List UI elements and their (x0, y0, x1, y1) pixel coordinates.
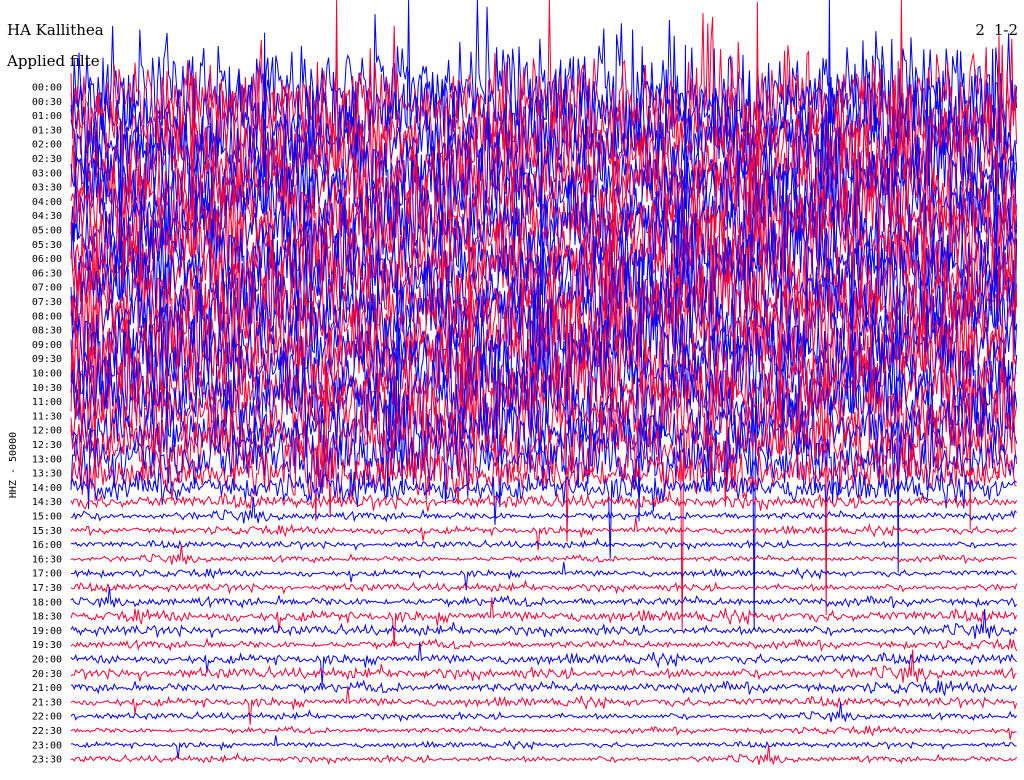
trace-row-1600 (70, 537, 1017, 551)
row-time-label: 13:30 (32, 469, 62, 480)
trace-row-2330 (70, 744, 1017, 766)
trace-row-1730 (70, 579, 1018, 595)
trace-row-1930 (70, 637, 1018, 653)
row-time-label: 11:30 (32, 411, 62, 422)
row-time-label: 05:00 (32, 226, 62, 237)
trace-row-2300 (70, 735, 1017, 760)
row-time-label: 13:00 (32, 454, 62, 465)
row-time-label: 20:00 (32, 655, 62, 666)
row-time-label: 16:00 (32, 540, 62, 551)
row-time-label: 06:30 (32, 268, 62, 279)
trace-row-1800 (70, 587, 1018, 610)
row-time-label: 04:00 (32, 197, 62, 208)
row-time-label: 11:00 (32, 397, 62, 408)
trace-row-2100 (70, 679, 1018, 696)
row-time-label: 21:00 (32, 683, 62, 694)
row-time-label: 00:00 (32, 83, 62, 94)
trace-row-2000 (70, 642, 1017, 685)
row-time-label: 01:30 (32, 125, 62, 136)
row-time-label: 18:30 (32, 612, 62, 623)
row-time-label: 23:30 (32, 755, 62, 766)
row-time-label: 14:30 (32, 497, 62, 508)
row-time-label: 22:00 (32, 712, 62, 723)
row-time-label: 08:00 (32, 311, 62, 322)
row-time-label: 02:00 (32, 140, 62, 151)
row-time-label: 23:00 (32, 740, 62, 751)
row-time-label: 21:30 (32, 697, 62, 708)
row-time-label: 00:30 (32, 97, 62, 108)
row-time-label: 15:30 (32, 526, 62, 537)
row-time-label: 09:30 (32, 354, 62, 365)
row-time-label: 07:00 (32, 283, 62, 294)
row-time-label: 22:30 (32, 726, 62, 737)
date-label: 2 1-2 (975, 21, 1018, 39)
station-title: HA Kallithea (7, 21, 104, 39)
row-time-label: 03:00 (32, 168, 62, 179)
row-time-label: 19:30 (32, 640, 62, 651)
row-time-label: 12:30 (32, 440, 62, 451)
row-time-label: 15:00 (32, 512, 62, 523)
row-time-label: 10:30 (32, 383, 62, 394)
row-time-label: 09:00 (32, 340, 62, 351)
row-time-label: 06:00 (32, 254, 62, 265)
row-time-label: 05:30 (32, 240, 62, 251)
row-time-label: 17:30 (32, 583, 62, 594)
row-time-label: 20:30 (32, 669, 62, 680)
row-time-label: 14:00 (32, 483, 62, 494)
helicorder-plot: 00:00 00:30 01:00 01:30 02:00 02:30 03:00 03:30… (8, 0, 1018, 766)
row-time-label: 03:30 (32, 183, 62, 194)
row-time-label: 19:00 (32, 626, 62, 637)
row-time-label: 04:30 (32, 211, 62, 222)
row-time-label: 02:30 (32, 154, 62, 165)
row-time-label: 12:00 (32, 426, 62, 437)
row-time-label: 17:00 (32, 569, 62, 580)
y-axis-label: HHZ - 50000 (8, 432, 19, 498)
row-time-label: 08:30 (32, 326, 62, 337)
trace-layer (70, 0, 1018, 766)
row-time-label: 16:30 (32, 554, 62, 565)
trace-row-2230 (70, 724, 1017, 740)
row-time-label: 01:00 (32, 111, 62, 122)
row-time-label: 10:00 (32, 369, 62, 380)
trace-row-1830 (70, 597, 1018, 645)
row-time-label: 07:30 (32, 297, 62, 308)
row-time-label: 18:00 (32, 597, 62, 608)
trace-row-2200 (70, 701, 1018, 723)
time-axis: 00:00 00:30 01:00 01:30 02:00 02:30 03:00 03:30… (32, 83, 62, 766)
filter-label: Applied filte (7, 52, 100, 70)
trace-row-1630 (70, 544, 1017, 565)
trace-row-2030 (70, 649, 1017, 683)
trace-row-2130 (70, 686, 1018, 725)
